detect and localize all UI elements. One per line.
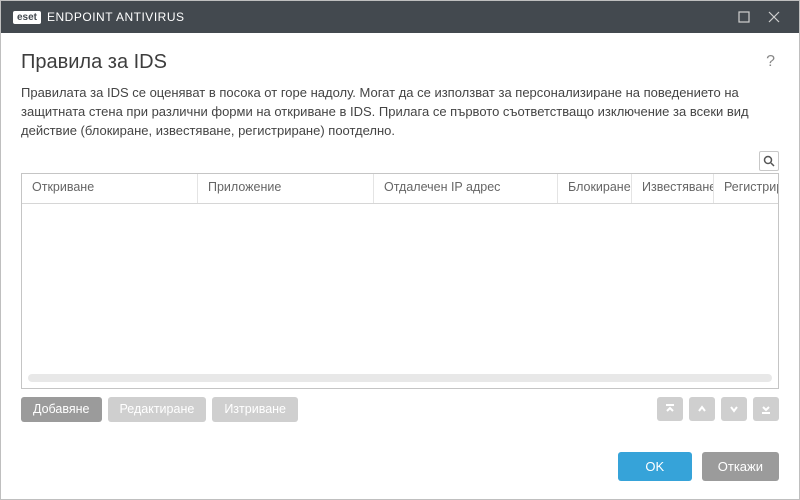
close-button[interactable] (759, 1, 789, 33)
table-body[interactable] (22, 204, 778, 388)
page-description: Правилата за IDS се оценяват в посока от… (21, 84, 779, 141)
titlebar: eset ENDPOINT ANTIVIRUS (1, 1, 799, 33)
horizontal-scrollbar[interactable] (28, 374, 772, 382)
content-area: Правила за IDS ? Правилата за IDS се оце… (1, 33, 799, 438)
brand-logo: eset (13, 11, 41, 24)
table-header: Откриване Приложение Отдалечен IP адрес … (22, 174, 778, 204)
app-brand: eset ENDPOINT ANTIVIRUS (13, 10, 184, 24)
brand-text: ENDPOINT ANTIVIRUS (47, 10, 184, 24)
col-notify[interactable]: Известяване (632, 174, 714, 203)
col-application[interactable]: Приложение (198, 174, 374, 203)
ok-button[interactable]: OK (618, 452, 692, 481)
col-log[interactable]: Регистриране (714, 174, 778, 203)
help-icon[interactable]: ? (762, 51, 779, 73)
col-block[interactable]: Блокиране (558, 174, 632, 203)
rules-table: Откриване Приложение Отдалечен IP адрес … (21, 173, 779, 389)
search-button[interactable] (759, 151, 779, 171)
col-detection[interactable]: Откриване (22, 174, 198, 203)
col-remote-ip[interactable]: Отдалечен IP адрес (374, 174, 558, 203)
delete-button: Изтриване (212, 397, 298, 423)
move-down-button (721, 397, 747, 421)
cancel-button[interactable]: Откажи (702, 452, 779, 481)
move-bottom-button (753, 397, 779, 421)
page-title: Правила за IDS (21, 51, 762, 74)
add-button[interactable]: Добавяне (21, 397, 102, 423)
move-top-button (657, 397, 683, 421)
minimize-button[interactable] (729, 1, 759, 33)
table-toolbar: Добавяне Редактиране Изтриване (21, 397, 779, 423)
dialog-footer: OK Откажи (1, 438, 799, 499)
edit-button: Редактиране (108, 397, 207, 423)
move-up-button (689, 397, 715, 421)
